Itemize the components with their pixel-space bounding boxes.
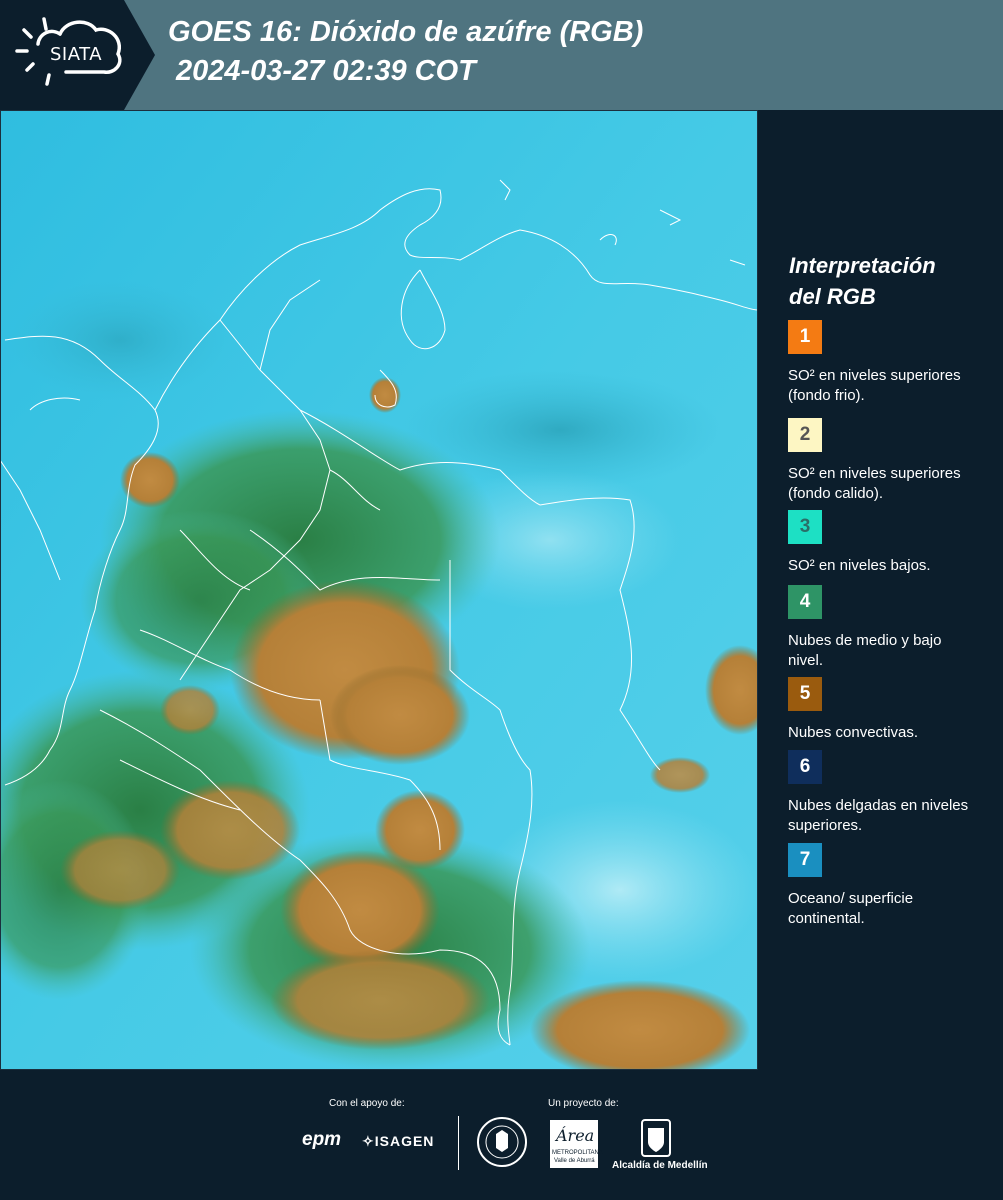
legend-panel: Interpretación del RGB 1 SO² en niveles s… [760, 110, 1003, 1070]
isagen-icon: ✧ [362, 1133, 375, 1149]
legend-label-3: SO² en niveles bajos. [788, 557, 931, 574]
legend-swatch-3: 3 [788, 510, 822, 544]
logo-text: SIATA [50, 44, 103, 65]
support-label: Con el apoyo de: [329, 1098, 405, 1109]
legend-label-1: SO² en niveles superiores (fondo frio). [788, 367, 961, 404]
legend-swatch-1: 1 [788, 320, 822, 354]
header-bar: SIATA GOES 16: Dióxido de azúfre (RGB) 2… [0, 0, 1003, 110]
legend-swatch-2: 2 [788, 418, 822, 452]
legend-title-line1: Interpretación [789, 253, 936, 278]
medellin-seal-icon[interactable] [476, 1116, 528, 1168]
rgb-satellite-image [0, 109, 775, 1080]
satellite-map[interactable] [0, 109, 775, 1080]
timestamp: 2024-03-27 02:39 COT [176, 55, 476, 87]
legend-title: Interpretación del RGB [789, 250, 989, 312]
footer-divider [458, 1116, 459, 1170]
epm-logo[interactable]: epm [302, 1129, 341, 1151]
area-metropolitana-logo[interactable]: Área METROPOLITANA Valle de Aburrá [550, 1120, 603, 1170]
legend-label-6: Nubes delgadas en niveles superiores. [788, 797, 969, 834]
legend-swatch-7: 7 [788, 843, 822, 877]
legend-label-5: Nubes convectivas. [788, 724, 919, 741]
alcaldia-medellin-logo[interactable]: Alcaldía de Medellín [612, 1160, 708, 1171]
isagen-logo[interactable]: ✧ISAGEN [362, 1133, 434, 1150]
footer: Con el apoyo de: Un proyecto de: epm ✧IS… [0, 1070, 1003, 1200]
area-logo-sub1: METROPOLITANA [552, 1150, 603, 1156]
legend-label-7: Oceano/ superficie continental. [788, 890, 914, 927]
page-title: GOES 16: Dióxido de azúfre (RGB) [168, 16, 644, 48]
alcaldia-shield-icon [641, 1119, 671, 1157]
legend-label-2: SO² en niveles superiores (fondo calido)… [788, 465, 961, 502]
siata-logo[interactable]: SIATA [0, 0, 155, 110]
legend-swatch-6: 6 [788, 750, 822, 784]
area-logo-sub2: Valle de Aburrá [554, 1158, 595, 1164]
project-label: Un proyecto de: [548, 1098, 619, 1109]
isagen-text: ISAGEN [374, 1133, 435, 1149]
area-logo-text: Área [556, 1126, 595, 1145]
legend-swatch-5: 5 [788, 677, 822, 711]
legend-swatch-4: 4 [788, 585, 822, 619]
legend-title-line2: del RGB [789, 284, 876, 309]
legend-label-4: Nubes de medio y bajo nivel. [788, 632, 942, 669]
